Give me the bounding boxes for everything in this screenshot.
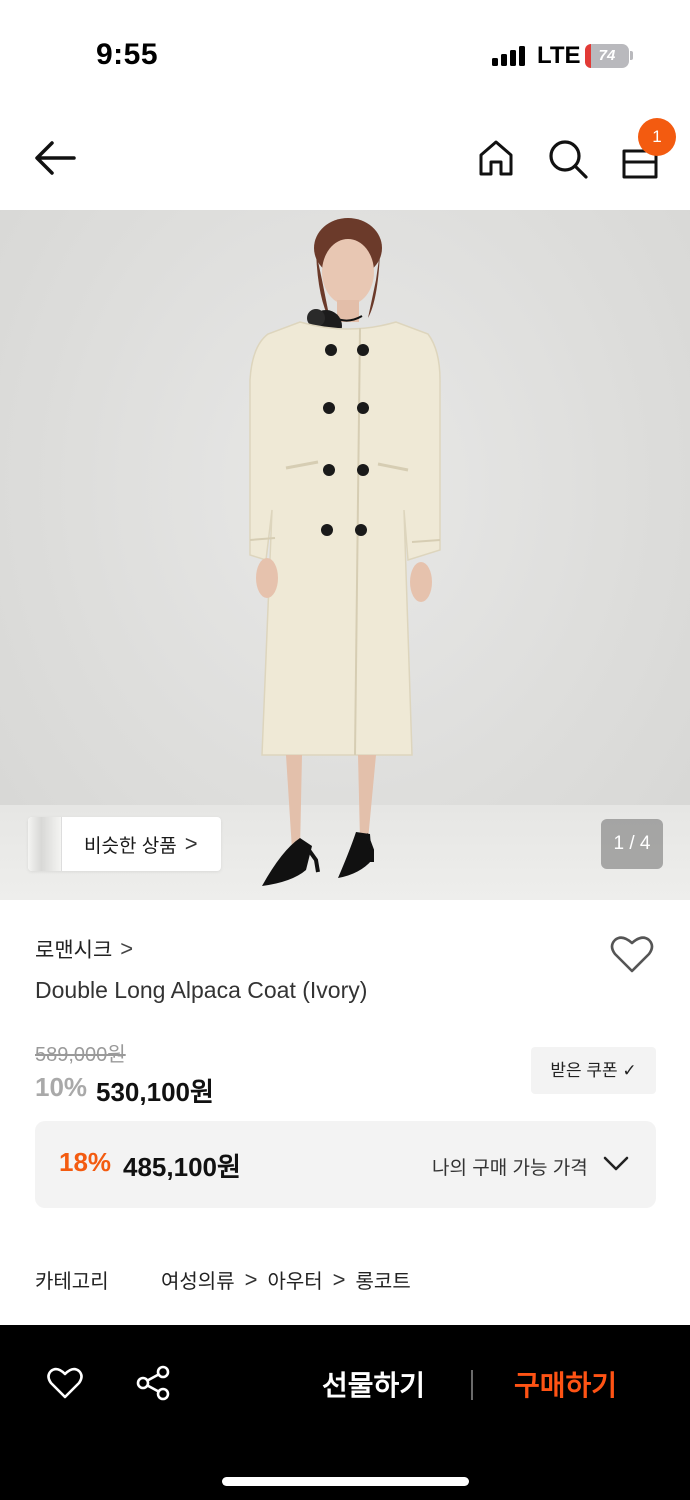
category-label: 카테고리 bbox=[35, 1271, 109, 1293]
chevron-right-icon: > bbox=[184, 831, 198, 856]
bottom-action-bar: 선물하기 구매하기 bbox=[0, 1325, 690, 1500]
heart-icon[interactable] bbox=[47, 1367, 83, 1399]
received-coupon-button[interactable]: 받은 쿠폰 ✓ bbox=[531, 1047, 656, 1094]
cart-count-badge: 1 bbox=[638, 118, 676, 156]
home-indicator[interactable] bbox=[222, 1477, 469, 1486]
back-arrow-icon[interactable] bbox=[34, 140, 76, 176]
network-label: LTE bbox=[537, 42, 581, 69]
similar-products-button[interactable]: 비슷한 상품 > bbox=[28, 817, 221, 871]
chevron-down-icon bbox=[603, 1156, 629, 1171]
top-nav-bar bbox=[0, 110, 690, 210]
gift-button[interactable]: 선물하기 bbox=[322, 1364, 425, 1404]
breadcrumb-item[interactable]: 롱코트 bbox=[356, 1265, 411, 1294]
chevron-right-icon: > bbox=[120, 936, 134, 961]
chevron-right-icon: > bbox=[332, 1266, 346, 1292]
home-icon[interactable] bbox=[477, 138, 515, 178]
brand-link[interactable]: 로맨시크 > bbox=[35, 934, 133, 964]
share-icon[interactable] bbox=[136, 1365, 170, 1401]
image-page-indicator: 1 / 4 bbox=[601, 819, 663, 869]
status-time: 9:55 bbox=[96, 38, 159, 71]
my-available-price-toggle[interactable]: 18% 485,100원 나의 구매 가능 가격 bbox=[35, 1121, 656, 1208]
signal-icon bbox=[492, 46, 526, 66]
discount-rate: 10% bbox=[35, 1072, 88, 1102]
product-title: Double Long Alpaca Coat (Ivory) bbox=[35, 977, 368, 1003]
my-discount-rate: 18% bbox=[59, 1147, 112, 1177]
breadcrumb-item[interactable]: 여성의류 bbox=[161, 1265, 235, 1294]
battery-cap bbox=[630, 51, 633, 60]
similar-products-thumbnail bbox=[28, 817, 62, 871]
breadcrumb-item[interactable]: 아우터 bbox=[267, 1265, 322, 1294]
brand-name: 로맨시크 bbox=[35, 939, 113, 962]
product-photo-model-coat bbox=[249, 218, 441, 886]
sale-price: 530,100원 bbox=[96, 1077, 214, 1107]
battery-icon: 74 bbox=[585, 44, 629, 68]
search-icon[interactable] bbox=[547, 138, 589, 180]
category-breadcrumb: 카테고리 여성의류 > 아우터 > 롱코트 bbox=[35, 1265, 411, 1294]
status-bar: 9:55 LTE 74 bbox=[0, 0, 690, 110]
original-price: 589,000원 bbox=[35, 1044, 126, 1066]
product-image-gallery[interactable]: 비슷한 상품 > 1 / 4 bbox=[0, 210, 690, 900]
chevron-right-icon: > bbox=[244, 1266, 258, 1292]
my-price-label: 나의 구매 가능 가격 bbox=[432, 1158, 588, 1179]
my-price: 485,100원 bbox=[123, 1152, 241, 1182]
battery-level: 74 bbox=[598, 47, 616, 64]
divider bbox=[471, 1370, 473, 1400]
similar-products-label: 비슷한 상품 bbox=[84, 835, 177, 857]
buy-button[interactable]: 구매하기 bbox=[514, 1364, 617, 1404]
wishlist-heart-icon[interactable] bbox=[610, 934, 654, 974]
breadcrumb: 여성의류 > 아우터 > 롱코트 bbox=[161, 1265, 411, 1294]
